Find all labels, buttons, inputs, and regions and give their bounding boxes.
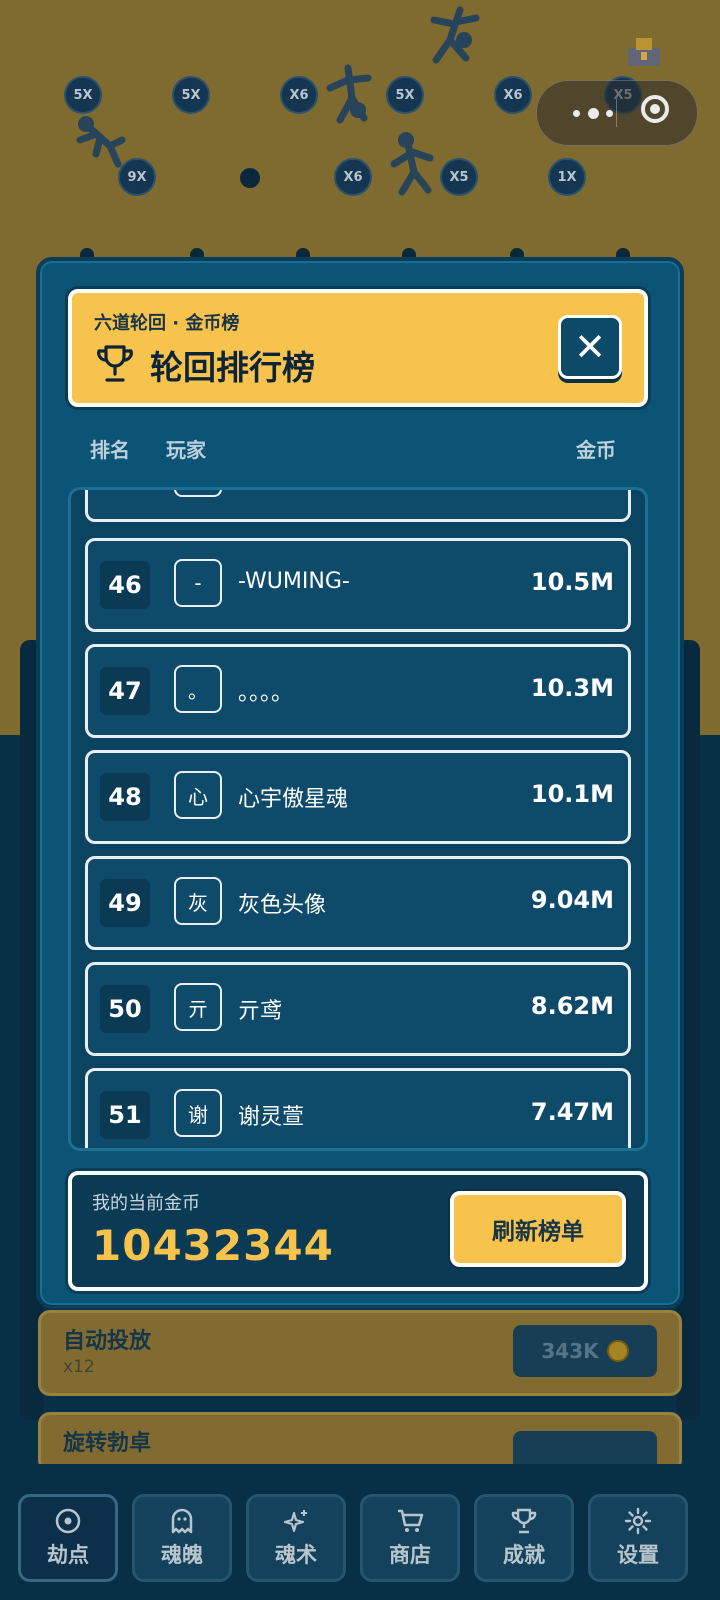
close-icon: ✕	[574, 325, 606, 369]
player-avatar: 谢	[174, 1089, 222, 1137]
refresh-leaderboard-button[interactable]: 刷新榜单	[450, 1191, 626, 1267]
player-avatar: 心	[174, 771, 222, 819]
row-rank: 47	[100, 667, 150, 715]
column-header-player: 玩家	[166, 438, 206, 462]
player-avatar: 。	[174, 665, 222, 713]
leaderboard-subtitle: 六道轮回 · 金币榜	[94, 313, 240, 334]
table-row: 49 灰 灰色头像 9.04M	[85, 856, 631, 950]
player-coins: 7.47M	[530, 1098, 614, 1126]
my-coins-panel: 我的当前金币 10432344 刷新榜单	[68, 1171, 648, 1291]
leaderboard-modal: 六道轮回 · 金币榜 轮回排行榜 ✕ 排名 玩家 金币 46 - -WUMING…	[36, 257, 684, 1309]
player-coins: 10.5M	[530, 568, 614, 596]
table-row: 51 谢 谢灵萱 7.47M	[85, 1068, 631, 1148]
row-rank: 48	[100, 773, 150, 821]
player-name: 灰色头像	[238, 893, 327, 918]
leaderboard-title: 轮回排行榜	[150, 348, 315, 387]
table-row: 48 心 心宇傲星魂 10.1M	[85, 750, 631, 844]
table-row: 46 - -WUMING- 10.5M	[85, 538, 631, 632]
row-rank: 50	[100, 985, 150, 1033]
table-row: 47 。 。。。。 10.3M	[85, 644, 631, 738]
player-coins: 8.62M	[530, 992, 614, 1020]
trophy-icon	[97, 345, 133, 382]
column-header-coins: 金币	[576, 438, 616, 462]
close-button[interactable]: ✕	[558, 315, 622, 379]
table-row	[85, 490, 631, 522]
column-header-rank: 排名	[90, 438, 130, 462]
player-avatar: -	[174, 559, 222, 607]
table-row: 50 亓 亓鸢 8.62M	[85, 962, 631, 1056]
player-name: 。。。。	[238, 681, 294, 706]
player-name: 心宇傲星魂	[238, 787, 349, 812]
my-coins-value: 10432344	[92, 1221, 334, 1270]
my-coins-label: 我的当前金币	[92, 1193, 200, 1214]
player-avatar	[174, 490, 222, 497]
player-coins: 10.3M	[530, 674, 614, 702]
leaderboard-list[interactable]: 46 - -WUMING- 10.5M 47 。 。。。。 10.3M 48 心…	[68, 487, 648, 1151]
player-coins: 9.04M	[530, 886, 614, 914]
player-avatar: 灰	[174, 877, 222, 925]
row-rank: 46	[100, 561, 150, 609]
player-name: -WUMING-	[238, 569, 350, 594]
leaderboard-header: 六道轮回 · 金币榜 轮回排行榜 ✕	[68, 289, 648, 407]
player-avatar: 亓	[174, 983, 222, 1031]
player-name: 亓鸢	[238, 999, 283, 1024]
row-rank: 51	[100, 1091, 150, 1139]
player-coins: 10.1M	[530, 780, 614, 808]
player-name: 谢灵萱	[238, 1105, 305, 1130]
row-rank: 49	[100, 879, 150, 927]
